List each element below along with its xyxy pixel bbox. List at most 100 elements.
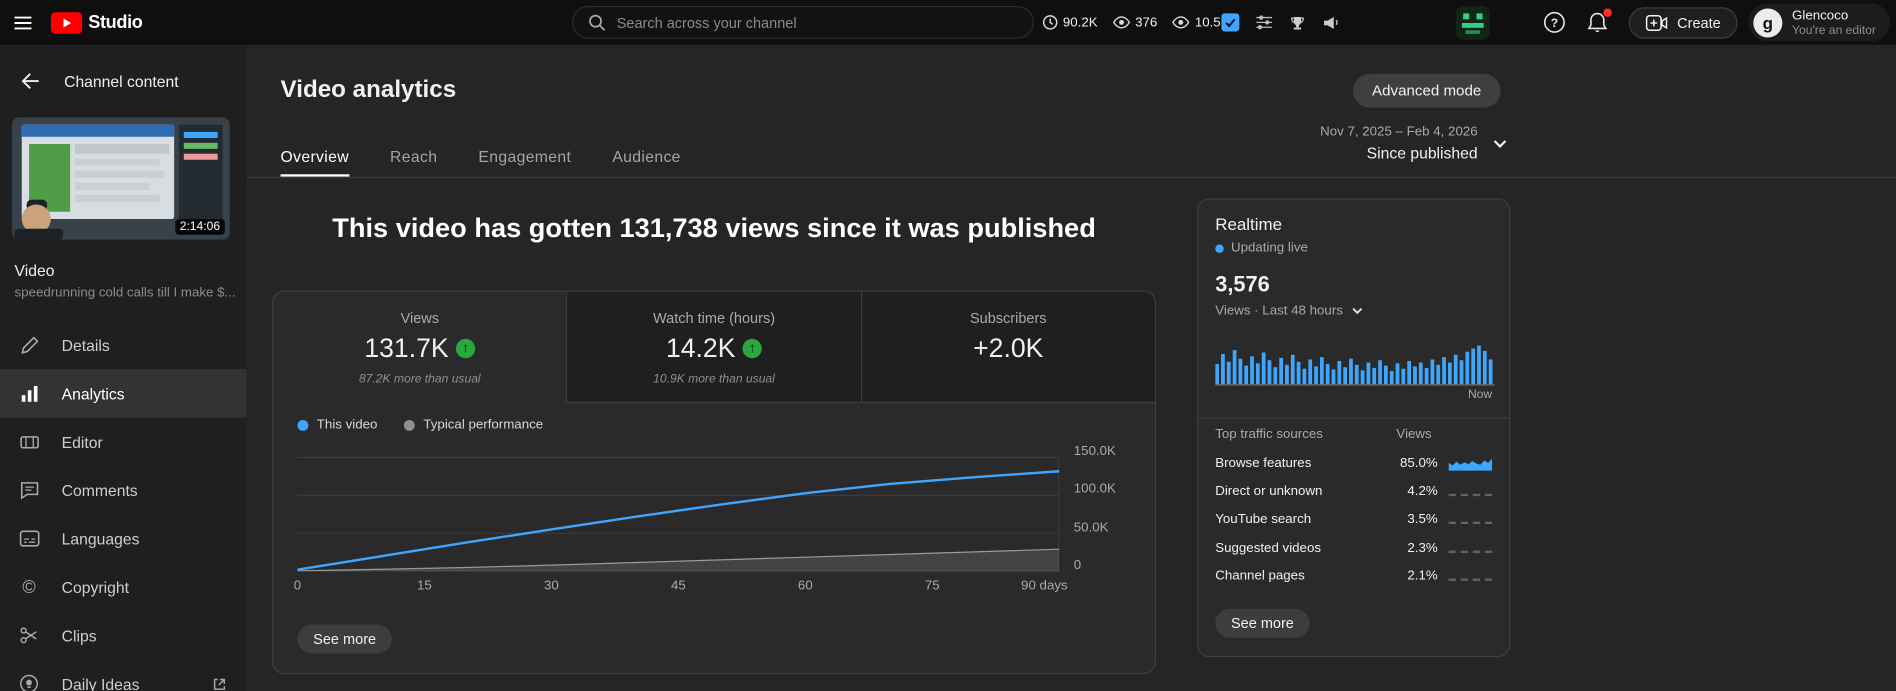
- app-name: Studio: [88, 12, 143, 33]
- traffic-table: Browse features 85.0% Direct or unknown …: [1215, 449, 1493, 591]
- sidebar-item-analytics[interactable]: Analytics: [0, 369, 247, 418]
- main-content: Video analytics Advanced mode Overview R…: [246, 44, 1896, 691]
- copyright-icon: ©: [22, 576, 36, 598]
- stat-value: 90.2K: [1062, 15, 1098, 30]
- tab-overview[interactable]: Overview: [280, 137, 349, 177]
- x-axis-tick: 0: [293, 578, 302, 593]
- hamburger-menu-button[interactable]: [12, 11, 34, 33]
- hamburger-icon: [14, 15, 32, 29]
- live-dot-icon: [1215, 243, 1224, 253]
- y-axis-tick: 150.0K: [1073, 444, 1116, 459]
- create-button[interactable]: Create: [1628, 7, 1738, 39]
- legend-this-video: This video: [297, 418, 377, 432]
- advanced-mode-button[interactable]: Advanced mode: [1352, 73, 1501, 108]
- editor-icon: [18, 431, 40, 452]
- youtube-studio-app: Studio 90.2K 376 10.5K: [0, 0, 1896, 691]
- back-label: Channel content: [64, 72, 179, 91]
- channel-stats-overlay: 90.2K 376 10.5K: [1042, 0, 1230, 45]
- blue-badge-icon: [1221, 13, 1240, 32]
- video-title: speedrunning cold calls till I make $...: [14, 285, 235, 301]
- sidebar-item-details[interactable]: Details: [0, 321, 247, 369]
- metric-tab-views[interactable]: Views 131.7K ↑ 87.2K more than usual: [273, 292, 566, 403]
- external-link-icon: [212, 676, 228, 691]
- legend-dot-gray: [404, 419, 415, 431]
- account-menu[interactable]: g Glencoco You're an editor: [1748, 3, 1891, 42]
- channel-avatar-image: [1455, 6, 1490, 40]
- traffic-sparkline: [1448, 456, 1493, 471]
- date-range-text: Nov 7, 2025 – Feb 4, 2026: [1320, 124, 1478, 140]
- y-axis-tick: 50.0K: [1073, 520, 1109, 535]
- traffic-row-browse-features: Browse features 85.0%: [1215, 449, 1493, 477]
- analytics-icon: [18, 383, 40, 404]
- x-axis-tick: 30: [543, 578, 559, 593]
- trend-up-icon: ↑: [742, 338, 763, 359]
- extension-icons: [1221, 0, 1340, 45]
- create-label: Create: [1677, 14, 1721, 32]
- video-thumbnail[interactable]: 2:14:06: [12, 117, 230, 240]
- metric-note: 10.9K more than usual: [653, 372, 775, 387]
- sidebar-item-daily-ideas[interactable]: Daily Ideas: [0, 660, 247, 691]
- date-range-selector[interactable]: Nov 7, 2025 – Feb 4, 2026 Since publishe…: [1320, 124, 1510, 162]
- sidebar-item-label: Daily Ideas: [61, 674, 140, 691]
- trophy-extension-button[interactable]: [1289, 14, 1306, 31]
- divider: [1198, 417, 1510, 419]
- traffic-table-header: Top traffic sources Views: [1215, 427, 1432, 442]
- sidebar-item-label: Languages: [61, 529, 140, 548]
- metric-tab-subscribers[interactable]: Subscribers +2.0K: [860, 291, 1155, 403]
- x-axis-tick: 75: [924, 578, 940, 593]
- blue-badge-extension-button[interactable]: [1221, 13, 1240, 32]
- realtime-see-more-button[interactable]: See more: [1215, 608, 1310, 638]
- see-more-button[interactable]: See more: [297, 624, 392, 654]
- sidebar-item-editor[interactable]: Editor: [0, 418, 247, 466]
- analytics-tabs: Overview Reach Engagement Audience: [280, 137, 681, 177]
- channel-avatar-button[interactable]: [1455, 6, 1490, 40]
- sliders-extension-button[interactable]: [1255, 15, 1273, 31]
- sliders-icon: [1256, 15, 1273, 30]
- clock-icon: [1042, 15, 1058, 30]
- tab-audience[interactable]: Audience: [612, 137, 680, 177]
- studio-logo[interactable]: Studio: [50, 11, 143, 34]
- sidebar-item-comments[interactable]: Comments: [0, 466, 247, 514]
- stat-live-viewers: 376: [1112, 15, 1157, 30]
- y-axis-tick: 0: [1073, 557, 1082, 573]
- y-axis-tick: 100.0K: [1073, 481, 1116, 497]
- sidebar-item-label: Clips: [61, 626, 97, 645]
- tab-reach[interactable]: Reach: [390, 137, 437, 177]
- x-axis-tick: 15: [417, 578, 432, 593]
- notification-dot: [1603, 8, 1612, 17]
- metric-tab-watch-time[interactable]: Watch time (hours) 14.2K ↑ 10.9K more th…: [566, 291, 861, 403]
- megaphone-extension-button[interactable]: [1322, 15, 1340, 31]
- tab-engagement[interactable]: Engagement: [478, 137, 571, 177]
- metric-label: Subscribers: [969, 309, 1047, 327]
- realtime-live-status: Updating live: [1215, 241, 1308, 255]
- sidebar-item-label: Analytics: [61, 384, 125, 403]
- back-to-channel-content[interactable]: Channel content: [19, 70, 179, 92]
- trophy-icon: [1291, 16, 1304, 29]
- search-input[interactable]: [616, 13, 1019, 31]
- traffic-sparkline: [1448, 541, 1493, 556]
- sidebar-item-languages[interactable]: Languages: [0, 514, 247, 562]
- sidebar-item-clips[interactable]: Clips: [0, 611, 247, 659]
- realtime-views-selector[interactable]: Views · Last 48 hours: [1215, 303, 1364, 319]
- traffic-row-suggested-videos: Suggested videos 2.3%: [1215, 534, 1493, 562]
- metric-value: +2.0K: [973, 332, 1044, 364]
- stat-value: 376: [1135, 15, 1158, 30]
- metric-label: Watch time (hours): [653, 309, 776, 327]
- notifications-button[interactable]: [1586, 8, 1612, 34]
- scissors-icon: [18, 626, 40, 645]
- topbar: Studio 90.2K 376 10.5K: [0, 0, 1896, 45]
- metric-note: 87.2K more than usual: [358, 372, 481, 387]
- sidebar-item-copyright[interactable]: © Copyright: [0, 563, 247, 611]
- overview-analytics-card: Views 131.7K ↑ 87.2K more than usual Wat…: [272, 290, 1156, 675]
- help-button[interactable]: ?: [1543, 11, 1566, 34]
- comments-icon: [18, 480, 40, 500]
- video-duration-badge: 2:14:06: [174, 219, 225, 235]
- traffic-row-youtube-search: YouTube search 3.5%: [1215, 506, 1493, 534]
- realtime-card: Realtime Updating live 3,576 Views · Las…: [1197, 198, 1511, 658]
- traffic-row-direct-or-unknown: Direct or unknown 4.2%: [1215, 477, 1493, 505]
- realtime-title: Realtime: [1215, 214, 1283, 234]
- account-role: You're an editor: [1792, 23, 1876, 37]
- stat-watch-time: 90.2K: [1042, 15, 1098, 31]
- chevron-down-icon: [1493, 140, 1507, 148]
- eye-icon: [1172, 16, 1190, 29]
